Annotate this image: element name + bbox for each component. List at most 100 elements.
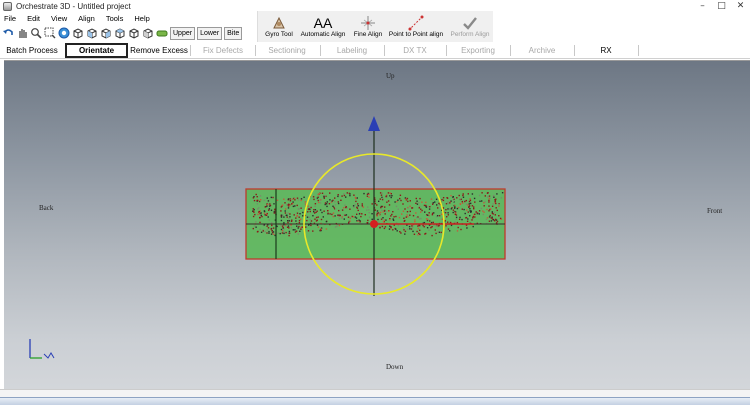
scan-point [382, 220, 385, 223]
close-button[interactable]: ✕ [735, 1, 746, 11]
scan-point [450, 208, 453, 210]
scan-point [366, 195, 369, 197]
menu-view[interactable]: View [51, 14, 67, 24]
fine-align-button[interactable]: Fine Align [350, 11, 386, 43]
scan-point [264, 206, 266, 208]
tab-sectioning[interactable]: Sectioning [256, 43, 318, 58]
scan-point [313, 211, 315, 213]
tab-exporting[interactable]: Exporting [447, 43, 509, 58]
zoom-icon[interactable] [30, 27, 42, 39]
scan-point [404, 233, 406, 235]
maximize-button[interactable]: □ [716, 1, 727, 11]
upper-jaw-button[interactable]: Upper [170, 26, 196, 40]
menu-align[interactable]: Align [78, 14, 95, 24]
cube-view-2-icon[interactable] [86, 27, 98, 39]
scan-point [465, 216, 468, 219]
perform-align-button[interactable]: Perform Align [448, 11, 492, 43]
scan-point [404, 230, 407, 233]
menu-help[interactable]: Help [134, 14, 149, 24]
scan-point [472, 217, 474, 219]
scan-point [346, 192, 348, 194]
tab-rx[interactable]: RX [575, 43, 637, 58]
scan-point [404, 197, 407, 199]
scan-point [303, 196, 305, 198]
pan-icon[interactable] [16, 27, 28, 39]
scene-canvas[interactable] [4, 61, 750, 390]
tab-batch-process[interactable]: Batch Process [2, 43, 62, 58]
scan-point [488, 197, 490, 200]
automatic-align-button[interactable]: AA Automatic Align [298, 11, 348, 43]
scan-point [329, 199, 331, 201]
undo-icon[interactable] [2, 27, 14, 39]
scan-point [312, 196, 315, 198]
scan-point [486, 217, 489, 219]
cube-view-4-icon[interactable] [114, 27, 126, 39]
scan-point [295, 220, 297, 222]
scan-point [469, 208, 471, 210]
scan-point [291, 219, 293, 221]
aa-icon: AA [313, 15, 333, 31]
scan-point [406, 211, 409, 213]
scan-point [418, 218, 421, 220]
cube-view-1-icon[interactable] [72, 27, 84, 39]
scan-point [349, 217, 351, 219]
lower-jaw-button[interactable]: Lower [197, 26, 223, 40]
jaw-icon[interactable] [156, 27, 168, 39]
cube-view-5-icon[interactable] [128, 27, 140, 39]
scan-point [268, 232, 270, 234]
scan-point [264, 230, 266, 233]
scan-point [432, 203, 434, 205]
scan-point [466, 227, 468, 229]
scan-point [420, 208, 422, 210]
scan-point [481, 192, 483, 194]
scan-point [419, 233, 421, 235]
scan-point [421, 201, 423, 203]
scan-point [273, 211, 275, 213]
zoom-box-icon[interactable] [44, 27, 56, 39]
scan-point [288, 220, 291, 222]
menu-edit[interactable]: Edit [27, 14, 40, 24]
point-align-icon [388, 11, 444, 31]
minimize-button[interactable]: – [697, 1, 708, 11]
scan-point [483, 205, 485, 207]
tab-orientate[interactable]: Orientate [65, 43, 128, 58]
scan-point [441, 213, 443, 215]
scan-point [393, 216, 395, 218]
scan-point [318, 192, 321, 195]
scan-point [417, 225, 419, 227]
scan-point [481, 200, 483, 202]
scan-point [447, 202, 450, 205]
3d-viewport[interactable]: Up Down Back Front [4, 60, 750, 389]
bite-button[interactable]: Bite [224, 26, 243, 40]
scan-point [383, 209, 386, 212]
menu-tools[interactable]: Tools [106, 14, 124, 24]
scan-point [461, 202, 464, 204]
tab-labeling[interactable]: Labeling [321, 43, 383, 58]
tab-fix-defects[interactable]: Fix Defects [192, 43, 254, 58]
scan-point [310, 224, 312, 227]
up-axis-arrow[interactable] [368, 116, 380, 131]
scan-point [253, 225, 256, 227]
scan-point [374, 209, 376, 211]
cube-view-3-icon[interactable] [100, 27, 112, 39]
scan-point [374, 202, 377, 205]
scan-point [259, 217, 261, 219]
tab-archive[interactable]: Archive [511, 43, 573, 58]
gyro-tool-button[interactable]: Gyro Tool [262, 11, 296, 43]
scan-point [359, 221, 361, 223]
scan-point [334, 204, 337, 206]
scan-point [452, 200, 455, 202]
menu-file[interactable]: File [4, 14, 16, 24]
point-to-point-align-button[interactable]: Point to Point align [388, 11, 444, 43]
cube-view-6-icon[interactable] [142, 27, 154, 39]
tab-dx-tx[interactable]: DX TX [385, 43, 445, 58]
scan-point [356, 197, 358, 199]
scan-point [442, 197, 445, 199]
rotate-view-icon[interactable] [58, 27, 70, 39]
gizmo-center[interactable] [370, 220, 378, 228]
tab-remove-excess[interactable]: Remove Excess [130, 43, 188, 58]
scan-point [261, 215, 263, 218]
scan-point [406, 214, 408, 216]
scan-point [411, 225, 413, 227]
fine-align-icon [350, 11, 386, 31]
